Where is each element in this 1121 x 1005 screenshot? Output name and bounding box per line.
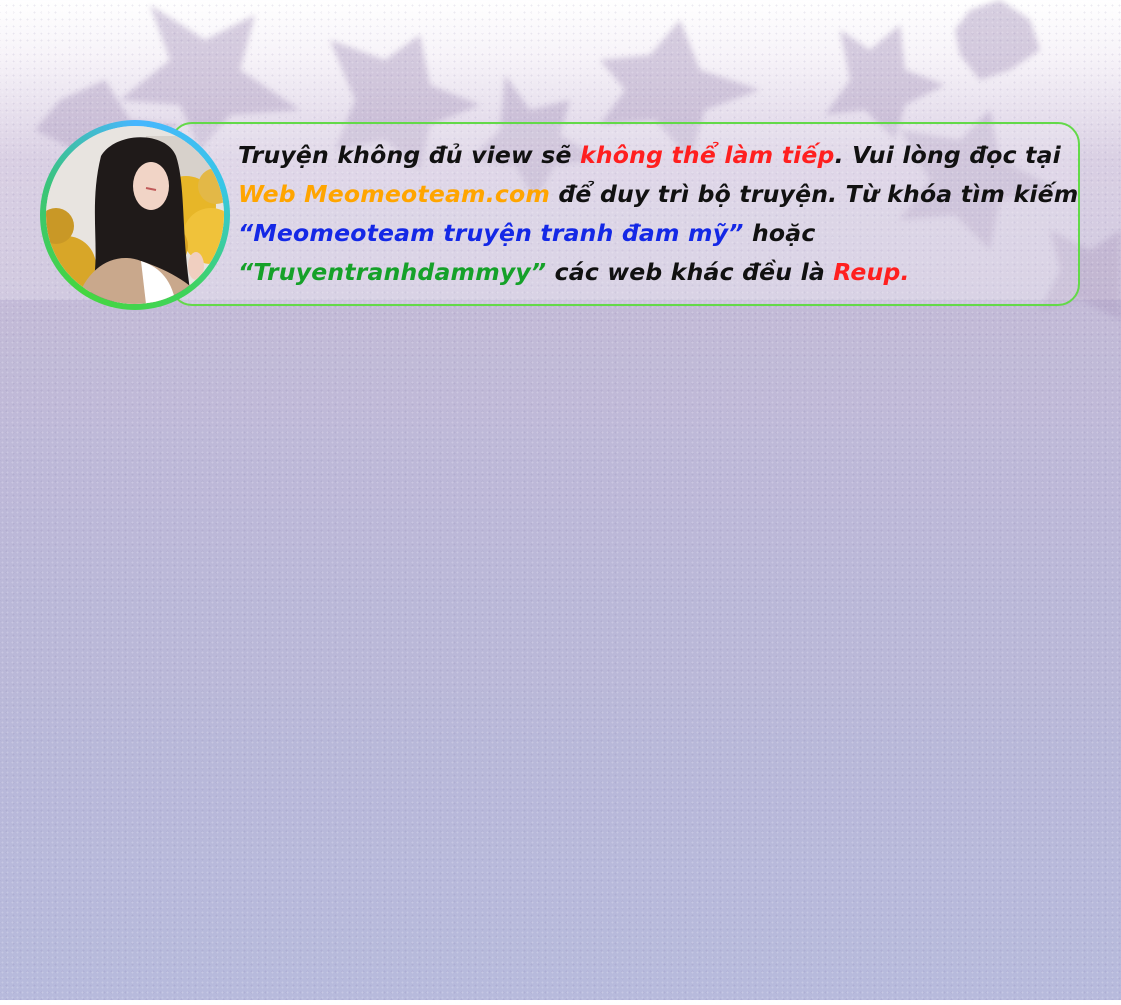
- avatar-ring: [40, 120, 230, 310]
- avatar-image: [46, 126, 224, 304]
- notice-highlight-red: không thể làm tiếp: [580, 141, 835, 169]
- notice-text: các web khác đều là: [546, 258, 834, 286]
- search-keyword-2: “Truyentranhdammyy”: [238, 258, 547, 286]
- notice-text: hoặc: [743, 219, 816, 247]
- search-keyword-1: “Meomeoteam truyện tranh đam mỹ”: [238, 219, 744, 247]
- notice-message: Truyện không đủ view sẽ không thể làm ti…: [238, 136, 1078, 292]
- notice-line-1: Truyện không đủ view sẽ không thể làm ti…: [238, 136, 1078, 175]
- notice-text: . Vui lòng đọc tại: [834, 141, 1061, 169]
- notice-text: Truyện không đủ view sẽ: [238, 141, 581, 169]
- notice-line-3: “Meomeoteam truyện tranh đam mỹ” hoặc: [238, 214, 1078, 253]
- notice-line-2: Web Meomeoteam.com để duy trì bộ truyện.…: [238, 175, 1078, 214]
- avatar: [46, 126, 224, 304]
- notice-banner: Truyện không đủ view sẽ không thể làm ti…: [40, 120, 1082, 310]
- notice-text: để duy trì bộ truyện. Từ khóa tìm kiếm: [550, 180, 1079, 208]
- reup-label: Reup.: [833, 258, 910, 286]
- website-name: Web Meomeoteam.com: [238, 180, 551, 208]
- notice-line-4: “Truyentranhdammyy” các web khác đều là …: [238, 253, 1078, 292]
